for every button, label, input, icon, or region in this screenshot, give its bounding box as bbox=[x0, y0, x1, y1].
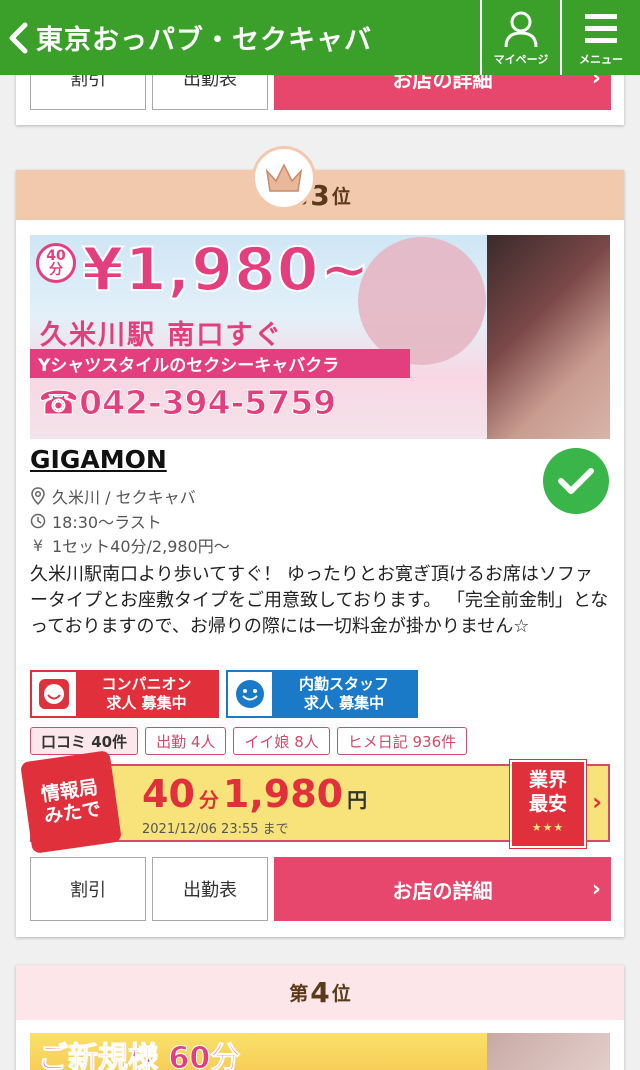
recruit-companion-line2: 求人 募集中 bbox=[106, 694, 187, 712]
recruit-companion-text: コンパニオン 求人 募集中 bbox=[76, 672, 217, 716]
shop-card-rank4: 第 4 位 ご新規様 60分 bbox=[16, 965, 624, 1070]
recruit-companion-line1: コンパニオン bbox=[101, 675, 192, 693]
rank-prefix: 第 bbox=[289, 983, 309, 1005]
crown-icon bbox=[252, 146, 316, 210]
banner-badge: 40 分 bbox=[36, 243, 76, 283]
shop-price: ¥ 1セット40分/2,980円〜 bbox=[30, 533, 230, 557]
discount-button[interactable]: 割引 bbox=[30, 857, 146, 921]
shop-banner[interactable]: ご新規様 60分 bbox=[30, 1033, 610, 1070]
banner-badge-num: 40 bbox=[46, 248, 66, 264]
app-header: 東京おっパブ・セクキャバ マイページ メニュー bbox=[0, 0, 640, 75]
deal-price-unit: 円 bbox=[347, 788, 368, 812]
badge-line1: 業界 bbox=[528, 769, 567, 791]
deal-price: 40 分 1,980 円 bbox=[142, 772, 367, 816]
location-pin-icon bbox=[31, 487, 45, 505]
action-row: 割引 出勤表 お店の詳細 › bbox=[30, 857, 611, 921]
mypage-label: マイページ bbox=[493, 52, 549, 66]
recruit-staff-text: 内勤スタッフ 求人 募集中 bbox=[272, 672, 416, 716]
deal-minutes-unit: 分 bbox=[198, 788, 219, 812]
shop-detail-button[interactable]: お店の詳細 › bbox=[274, 857, 611, 921]
shop-detail-label: お店の詳細 bbox=[392, 878, 493, 903]
shop-area: 久米川 / セクキャバ bbox=[30, 484, 196, 508]
shop-card-rank3: 第 3 位 40 分 ¥1,980~ 久米川駅 南口すぐ Yシャツスタイルのセク… bbox=[16, 146, 624, 937]
rank-header: 第 4 位 bbox=[16, 965, 624, 1020]
shop-hours-text: 18:30〜ラスト bbox=[52, 513, 162, 532]
banner-blur-circle bbox=[358, 237, 486, 365]
banner-badge-unit: 分 bbox=[49, 262, 63, 278]
banner-side-photo bbox=[487, 1033, 610, 1070]
mypage-button[interactable]: マイページ bbox=[480, 0, 560, 75]
lowest-price-badge: 業界 最安 ★★★ bbox=[510, 760, 586, 848]
smile-icon bbox=[32, 672, 76, 716]
shop-name-link[interactable]: GIGAMON bbox=[30, 445, 167, 474]
check-icon bbox=[543, 448, 609, 514]
shop-tags: 口コミ 40件 出勤 4人 イイ娘 8人 ヒメ日記 936件 bbox=[30, 727, 468, 755]
tag-diary[interactable]: ヒメ日記 936件 bbox=[336, 727, 468, 755]
menu-label: メニュー bbox=[579, 52, 623, 66]
banner-tel: ☎042-394-5759 bbox=[37, 383, 337, 423]
page-title: 東京おっパブ・セクキャバ bbox=[36, 25, 372, 56]
tag-reviews[interactable]: 口コミ 40件 bbox=[30, 727, 139, 755]
chevron-left-icon bbox=[9, 22, 28, 53]
deal-banner[interactable]: 情報局 みたで 40 分 1,980 円 2021/12/06 23:55 まで… bbox=[20, 750, 610, 854]
recruit-staff-line2: 求人 募集中 bbox=[303, 694, 385, 712]
shop-area-text: 久米川 / セクキャバ bbox=[52, 488, 196, 507]
rank-header: 第 3 位 bbox=[16, 170, 624, 220]
banner-price: ¥1,980~ bbox=[81, 235, 371, 306]
recruit-staff-button[interactable]: 内勤スタッフ 求人 募集中 bbox=[226, 670, 418, 718]
deal-label: 情報局 みたで bbox=[20, 750, 122, 854]
chevron-right-icon: › bbox=[591, 876, 601, 902]
badge-stars: ★★★ bbox=[531, 821, 565, 834]
rank-suffix: 位 bbox=[331, 185, 351, 208]
deal-date: 2021/12/06 23:55 まで bbox=[142, 822, 289, 837]
banner-side-photo bbox=[487, 235, 610, 439]
schedule-button[interactable]: 出勤表 bbox=[152, 857, 268, 921]
shop-hours: 18:30〜ラスト bbox=[30, 509, 162, 533]
recruit-companion-button[interactable]: コンパニオン 求人 募集中 bbox=[30, 670, 219, 718]
banner-main-image: ご新規様 60分 bbox=[30, 1033, 487, 1070]
chevron-right-icon: › bbox=[592, 788, 602, 816]
rank-number: 4 bbox=[310, 976, 330, 1009]
menu-button[interactable]: メニュー bbox=[560, 0, 640, 75]
banner-text: ご新規様 60分 bbox=[37, 1041, 241, 1070]
smile-icon bbox=[228, 672, 272, 716]
user-icon bbox=[504, 11, 538, 47]
rank-suffix: 位 bbox=[331, 983, 351, 1005]
badge-line2: 最安 bbox=[528, 793, 567, 815]
tag-good-girls[interactable]: イイ娘 8人 bbox=[233, 727, 330, 755]
banner-station: 久米川駅 南口すぐ bbox=[40, 320, 284, 351]
yen-icon: ¥ bbox=[32, 535, 44, 555]
shop-price-text: 1セット40分/2,980円〜 bbox=[52, 537, 230, 556]
deal-price-value: 1,980 bbox=[222, 772, 344, 816]
menu-icon bbox=[585, 13, 617, 43]
recruit-staff-line1: 内勤スタッフ bbox=[298, 675, 389, 693]
banner-main-image: 40 分 ¥1,980~ 久米川駅 南口すぐ Yシャツスタイルのセクシーキャバク… bbox=[30, 235, 487, 439]
clock-icon bbox=[30, 513, 46, 529]
back-button[interactable] bbox=[0, 0, 36, 75]
shop-description: 久米川駅南口より歩いてすぐ！ ゆったりとお寛ぎ頂けるお席はソファータイプとお座敷… bbox=[30, 564, 609, 637]
deal-minutes: 40 bbox=[142, 772, 195, 816]
tag-attendance[interactable]: 出勤 4人 bbox=[145, 727, 227, 755]
banner-style: Yシャツスタイルのセクシーキャバクラ bbox=[30, 349, 410, 378]
shop-banner[interactable]: 40 分 ¥1,980~ 久米川駅 南口すぐ Yシャツスタイルのセクシーキャバク… bbox=[30, 235, 610, 439]
